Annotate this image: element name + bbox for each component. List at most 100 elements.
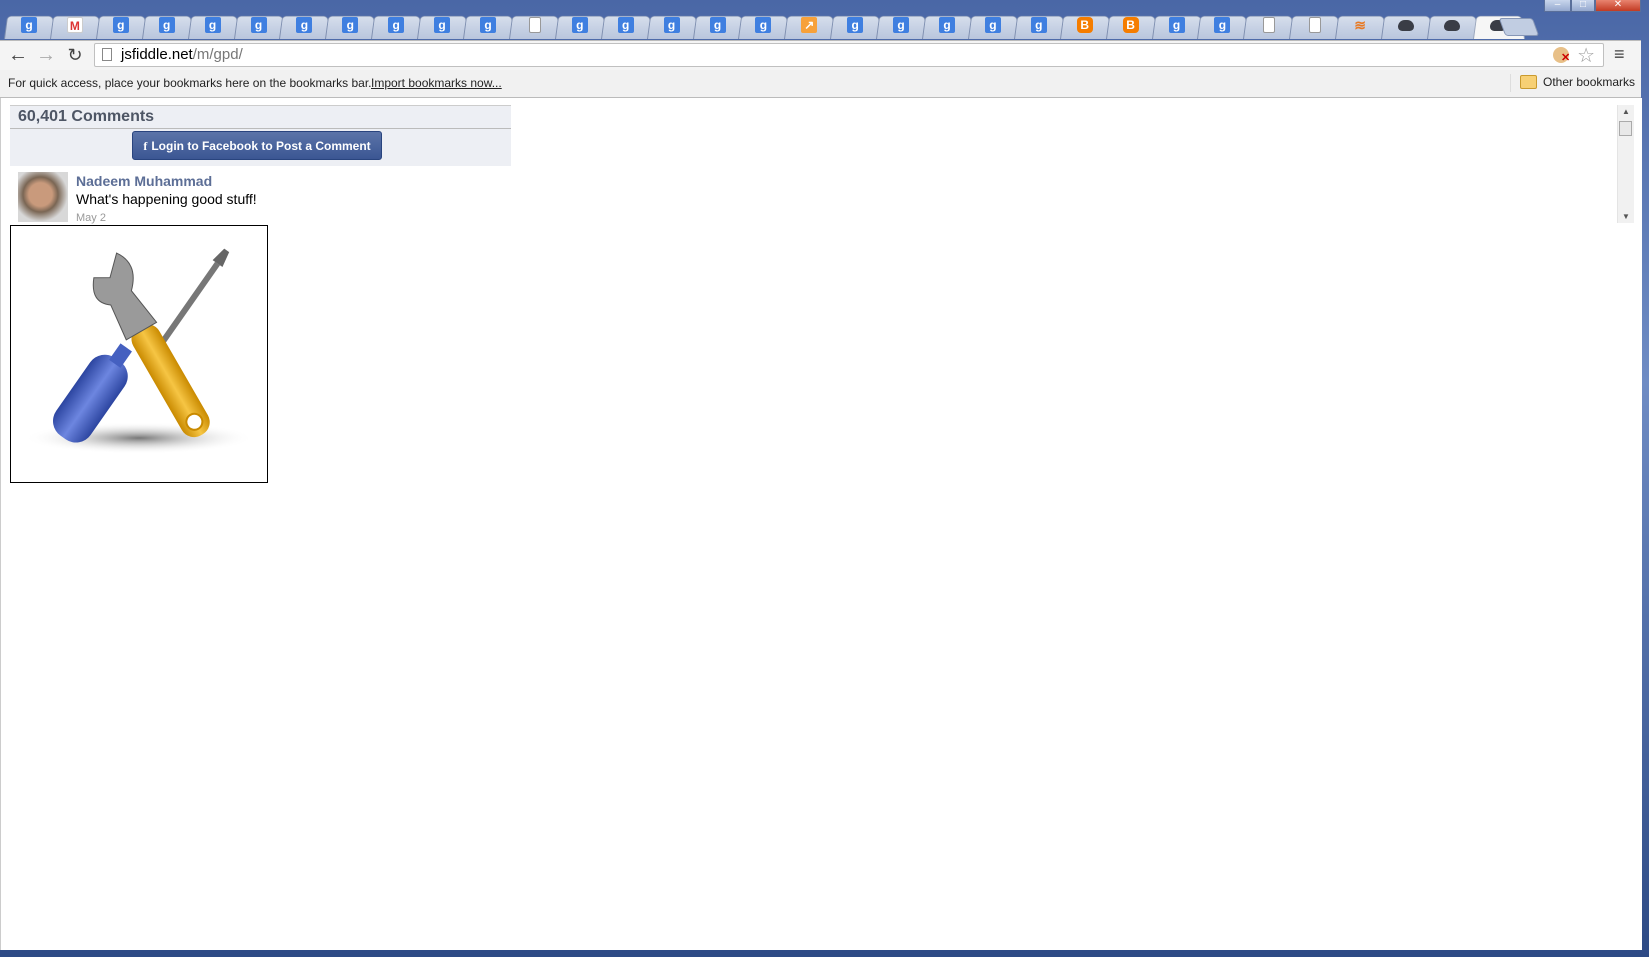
bookmarks-bar: For quick access, place your bookmarks h… (0, 70, 1641, 98)
blogger-icon: B (1076, 17, 1093, 33)
close-window-button[interactable]: ✕ (1595, 0, 1641, 12)
other-bookmarks-button[interactable]: Other bookmarks (1520, 75, 1635, 89)
browser-tab[interactable]: g (830, 12, 883, 39)
tab-strip: gMgggggggggggggg↗gggggBBgg≋× (0, 0, 1641, 40)
google-icon: g (1214, 17, 1231, 33)
minimize-button[interactable]: – (1544, 0, 1571, 12)
jsfiddle-icon (1398, 20, 1414, 31)
maximize-button[interactable]: □ (1571, 0, 1595, 12)
google-icon: g (158, 17, 175, 33)
google-icon: g (21, 17, 37, 33)
browser-tab[interactable]: g (233, 12, 286, 39)
google-icon: g (250, 17, 267, 33)
login-button-label: Login to Facebook to Post a Comment (151, 139, 371, 153)
browser-tab[interactable]: g (692, 12, 745, 39)
google-icon: g (1030, 17, 1047, 33)
document-icon (1309, 17, 1322, 33)
menu-icon[interactable]: ≡ (1614, 45, 1632, 63)
browser-tab[interactable]: B (1105, 12, 1158, 39)
comment-text: What's happening good stuff! (76, 191, 257, 207)
browser-tab[interactable]: g (1151, 12, 1204, 39)
browser-tab[interactable] (1426, 12, 1479, 39)
google-icon: g (893, 17, 910, 33)
address-bar[interactable]: jsfiddle.net/m/gpd/ ☆ (94, 43, 1604, 67)
comment-count: 60,401 Comments (10, 105, 511, 129)
google-icon: g (617, 17, 634, 33)
browser-tab[interactable] (508, 12, 561, 39)
bookmarks-hint: For quick access, place your bookmarks h… (8, 76, 372, 90)
browser-tab[interactable]: g (95, 12, 148, 39)
forward-button[interactable]: → (34, 43, 58, 67)
other-bookmarks-label: Other bookmarks (1543, 75, 1636, 89)
browser-tab[interactable] (1243, 12, 1296, 39)
browser-tab[interactable]: ↗ (784, 12, 837, 39)
browser-tab[interactable]: g (141, 12, 194, 39)
facebook-icon: f (143, 139, 148, 153)
page-content: 60,401 Comments f Login to Facebook to Po… (0, 98, 1642, 950)
google-icon: g (847, 17, 864, 33)
browser-tab[interactable]: g (876, 12, 929, 39)
reload-button[interactable]: ↻ (63, 43, 87, 67)
wrench-screwdriver-icon (24, 248, 254, 454)
document-icon (1263, 17, 1276, 33)
google-icon: g (204, 17, 221, 33)
bookmark-star-icon[interactable]: ☆ (1577, 43, 1595, 68)
browser-tab[interactable]: ≋ (1335, 12, 1388, 39)
browser-tab[interactable]: B (1059, 12, 1112, 39)
browser-tab[interactable]: g (967, 12, 1020, 39)
browser-tab[interactable]: g (4, 12, 56, 39)
browser-tab[interactable]: g (371, 12, 424, 39)
import-bookmarks-link[interactable]: Import bookmarks now... (371, 76, 502, 90)
browser-tab[interactable]: g (325, 12, 378, 39)
blogger-icon: B (1122, 17, 1139, 33)
window-controls: – □ ✕ (1544, 0, 1641, 12)
divider (1510, 74, 1511, 92)
google-icon: g (755, 17, 772, 33)
browser-window: gMgggggggggggggg↗gggggBBgg≋× – □ ✕ ← → ↻… (0, 0, 1642, 950)
browser-tab[interactable] (1381, 12, 1433, 39)
browser-tab[interactable]: g (279, 12, 332, 39)
toolbar: ← → ↻ jsfiddle.net/m/gpd/ ☆ ≡ (0, 40, 1641, 71)
browser-tab[interactable]: g (738, 12, 791, 39)
jsfiddle-icon (1443, 20, 1460, 31)
browser-tab[interactable] (1289, 12, 1342, 39)
new-tab-button[interactable] (1498, 18, 1540, 36)
google-icon: g (984, 17, 1001, 33)
google-icon: g (296, 17, 313, 33)
google-icon: g (1168, 17, 1185, 33)
google-icon: g (112, 17, 129, 33)
scroll-up-arrow[interactable]: ▲ (1622, 107, 1630, 116)
browser-tab[interactable]: g (463, 12, 515, 39)
google-icon: g (434, 17, 451, 33)
browser-tab[interactable]: g (187, 12, 240, 39)
browser-tab[interactable]: g (1197, 12, 1250, 39)
browser-tab[interactable]: g (1013, 12, 1066, 39)
gmail-icon: M (66, 17, 83, 33)
page-icon (102, 48, 112, 61)
browser-tab[interactable]: g (417, 12, 470, 39)
url-text[interactable]: jsfiddle.net/m/gpd/ (121, 46, 243, 63)
comment-date[interactable]: May 2 (76, 212, 106, 225)
scroll-thumb[interactable] (1619, 121, 1632, 136)
comment-author[interactable]: Nadeem Muhammad (76, 173, 212, 189)
browser-tab[interactable]: g (554, 12, 607, 39)
google-icon: g (342, 17, 359, 33)
document-icon (528, 17, 541, 33)
chart-icon: ↗ (801, 17, 818, 33)
browser-tab[interactable]: g (600, 12, 653, 39)
folder-icon (1520, 75, 1537, 89)
browser-tab[interactable]: M (49, 12, 102, 39)
browser-tab[interactable]: g (646, 12, 699, 39)
scroll-down-arrow[interactable]: ▼ (1622, 212, 1630, 221)
widget-scrollbar[interactable]: ▲ ▼ (1617, 105, 1634, 223)
facebook-login-button[interactable]: f Login to Facebook to Post a Comment (132, 131, 382, 160)
url-path: /m/gpd/ (192, 46, 243, 63)
back-button[interactable]: ← (6, 43, 30, 67)
facebook-comments-widget: 60,401 Comments f Login to Facebook to Po… (1, 98, 1641, 225)
browser-tab[interactable]: g (922, 12, 974, 39)
url-host: jsfiddle.net (121, 46, 193, 63)
avatar[interactable] (18, 172, 68, 222)
login-box: f Login to Facebook to Post a Comment (10, 129, 511, 166)
google-icon: g (663, 17, 680, 33)
blocked-cookie-icon[interactable] (1553, 47, 1570, 64)
